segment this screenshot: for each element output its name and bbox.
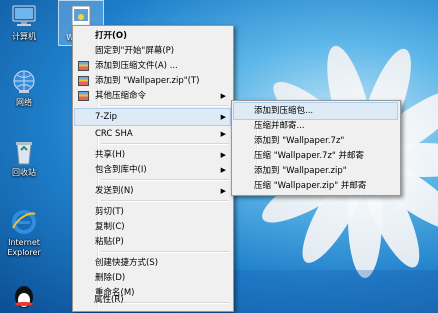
menu-item-create-shortcut[interactable]: 创建快捷方式(S) (75, 255, 230, 271)
winrar-archive-icon (78, 76, 89, 86)
winrar-archive-icon (78, 91, 89, 101)
computer-icon (10, 2, 38, 30)
desktop-icon-label: 网络 (16, 98, 32, 107)
menu-item-add-to-wallpaper-zip[interactable]: 添加到 "Wallpaper.zip"(T) (75, 73, 230, 89)
menu-item-other-compress-commands[interactable]: 其他压缩命令 ▶ (75, 88, 230, 104)
winrar-archive-icon (78, 61, 89, 71)
menu-separator (101, 251, 229, 253)
qq-penguin-icon (10, 282, 38, 310)
menu-separator (101, 143, 229, 145)
submenu-item-add-to-archive[interactable]: 添加到压缩包... (233, 102, 398, 120)
menu-item-properties[interactable]: 属性(R) (74, 292, 229, 308)
menu-item-paste[interactable]: 粘贴(P) (75, 234, 230, 250)
menu-item-send-to[interactable]: 发送到(N) ▶ (75, 183, 230, 199)
desktop-icon-label: 计算机 (12, 32, 36, 41)
menu-item-pin-to-start[interactable]: 固定到"开始"屏幕(P) (75, 43, 230, 59)
submenu-arrow-icon: ▶ (220, 151, 226, 159)
submenu-item-compress-zip-and-email[interactable]: 压缩 "Wallpaper.zip" 并邮寄 (234, 178, 397, 194)
desktop-icon-internet-explorer[interactable]: Internet Explorer (2, 208, 46, 258)
desktop-icon-computer[interactable]: 计算机 (2, 2, 46, 42)
submenu-item-add-to-zip[interactable]: 添加到 "Wallpaper.zip" (234, 163, 397, 179)
menu-item-7zip[interactable]: 7-Zip ▶ (74, 108, 231, 126)
network-icon (10, 68, 38, 96)
submenu-item-compress-7z-and-email[interactable]: 压缩 "Wallpaper.7z" 并邮寄 (234, 148, 397, 164)
menu-item-share[interactable]: 共享(H) ▶ (75, 147, 230, 163)
desktop-icon-label: Internet Explorer (7, 238, 41, 257)
submenu-item-compress-and-email[interactable]: 压缩并邮寄... (234, 118, 397, 134)
submenu-arrow-icon: ▶ (220, 130, 226, 138)
menu-separator (101, 105, 229, 107)
7zip-submenu: 添加到压缩包... 压缩并邮寄... 添加到 "Wallpaper.7z" 压缩… (231, 100, 401, 196)
desktop-icon-network[interactable]: 网络 (2, 68, 46, 108)
context-menu: 打开(O) 固定到"开始"屏幕(P) 添加到压缩文件(A) ... 添加到 "W… (72, 25, 234, 312)
menu-item-crc-sha[interactable]: CRC SHA ▶ (75, 126, 230, 142)
menu-item-add-to-archive[interactable]: 添加到压缩文件(A) ... (75, 58, 230, 74)
menu-item-include-in-library[interactable]: 包含到库中(I) ▶ (75, 162, 230, 178)
desktop-icon-qq[interactable]: QQ (2, 282, 46, 312)
desktop-icon-recycle-bin[interactable]: 回收站 (2, 138, 46, 178)
desktop-icon-label: 回收站 (12, 168, 36, 177)
submenu-arrow-icon: ▶ (220, 166, 226, 174)
submenu-arrow-icon: ▶ (220, 113, 226, 121)
menu-separator (101, 179, 229, 181)
menu-separator (101, 200, 229, 202)
submenu-item-add-to-7z[interactable]: 添加到 "Wallpaper.7z" (234, 133, 397, 149)
menu-item-open[interactable]: 打开(O) (75, 28, 230, 44)
menu-item-cut[interactable]: 剪切(T) (75, 204, 230, 220)
submenu-arrow-icon: ▶ (220, 92, 226, 100)
internet-explorer-icon (10, 208, 38, 236)
menu-item-copy[interactable]: 复制(C) (75, 219, 230, 235)
submenu-arrow-icon: ▶ (220, 187, 226, 195)
menu-item-delete[interactable]: 删除(D) (75, 270, 230, 286)
recycle-bin-icon (10, 138, 38, 166)
